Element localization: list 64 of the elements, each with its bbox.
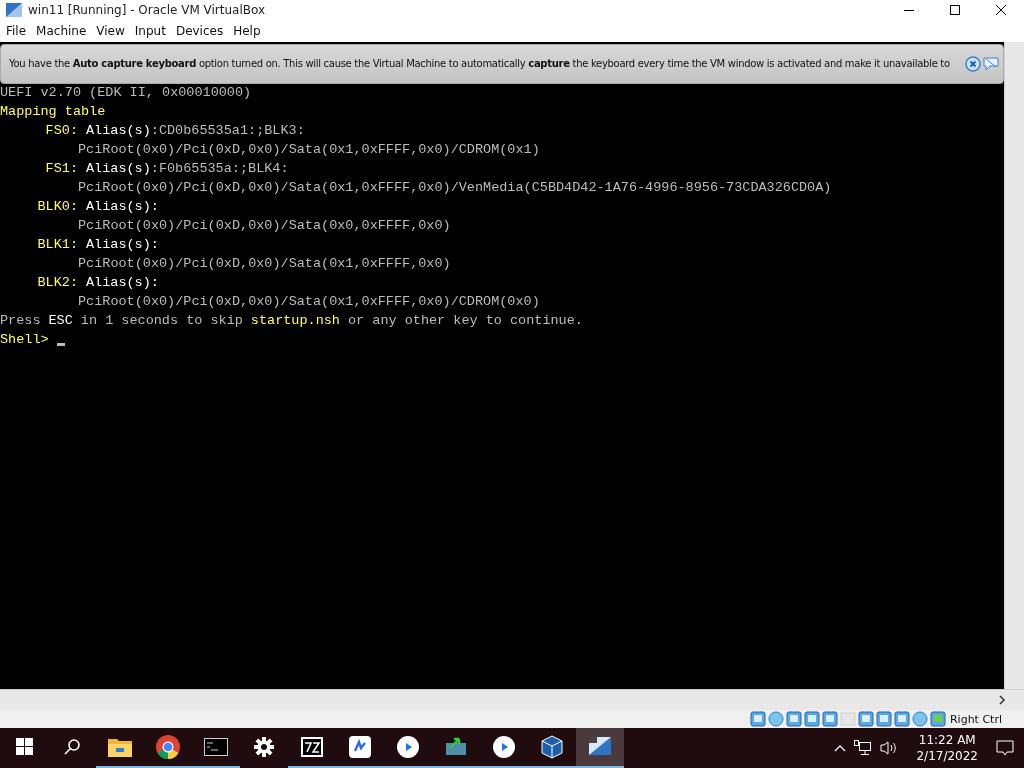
chevron-up-icon[interactable]: [834, 744, 847, 752]
device-label: FS1:: [44, 159, 78, 178]
terminal-text: Alias(s): [86, 159, 151, 178]
menu-item[interactable]: File: [1, 24, 32, 38]
terminal-text: Alias(s):: [86, 197, 159, 216]
terminal-text: UEFI v2.70 (EDK II, 0x00010000): [0, 83, 252, 102]
close-icon[interactable]: [965, 55, 981, 72]
archive-icon: [301, 737, 323, 757]
terminal-text: in 1 seconds to skip: [80, 311, 243, 330]
terminal-icon: [204, 738, 228, 756]
cursor-icon: [56, 342, 65, 346]
maximize-icon: [950, 5, 960, 15]
gear-icon: [254, 737, 274, 757]
chrome-icon: [156, 735, 180, 759]
speech-bubble-icon[interactable]: [983, 55, 999, 72]
device-label: BLK2:: [36, 273, 78, 292]
folder-icon: [108, 737, 132, 757]
play-icon: [397, 736, 419, 758]
terminal-text: PciRoot(0x0)/Pci(0xD,0x0)/Sata(0x1,0xFFFF,0x0)/CDROM(0x1): [78, 140, 540, 159]
vertical-scrollbar[interactable]: [1004, 41, 1024, 690]
speaker-icon[interactable]: [880, 740, 899, 756]
taskbar-button[interactable]: [576, 728, 624, 768]
device-label: BLK0:: [36, 197, 78, 216]
windows-logo-icon: [15, 738, 33, 756]
terminal-text: PciRoot(0x0)/Pci(0xD,0x0)/Sata(0x1,0xFFFF,0x0)/VenMedia(C5BD4D42-1A76-4996-8956-73CDA326CD0A): [78, 178, 832, 197]
menu-item[interactable]: Input: [129, 24, 171, 38]
monitor-icon: [445, 737, 467, 757]
terminal-text: startup.nsh: [250, 311, 340, 330]
terminal-text: PciRoot(0x0)/Pci(0xD,0x0)/Sata(0x0,0xFFFF,0x0): [78, 216, 451, 235]
horizontal-scrollbar[interactable]: [0, 689, 1024, 710]
app-icon: [349, 736, 371, 758]
chevron-right-icon[interactable]: [998, 695, 1006, 706]
banner-message: You have the Auto capture keyboard option turned on. This will cause the Virtual Machine to automatically capture the keyboard every time the VM window is activated and make it unavailable to: [9, 58, 951, 70]
terminal-text: Mapping table: [0, 102, 106, 121]
minimize-icon: [904, 9, 914, 11]
menu-item[interactable]: View: [91, 24, 130, 38]
close-icon: [996, 5, 1006, 15]
terminal-text: PciRoot(0x0)/Pci(0xD,0x0)/Sata(0x1,0xFFFF,0x0)/CDROM(0x0): [78, 292, 540, 311]
terminal-text: or any other key to continue.: [348, 311, 583, 330]
menu-item[interactable]: Help: [228, 24, 266, 38]
play-icon: [493, 736, 515, 758]
host-key-label: Right Ctrl: [949, 712, 1002, 726]
terminal-text: ESC: [48, 311, 73, 330]
app-logo-icon: [6, 3, 22, 17]
terminal-text: Alias(s):: [86, 235, 159, 254]
notification-icon[interactable]: [996, 740, 1014, 756]
terminal-text: PciRoot(0x0)/Pci(0xD,0x0)/Sata(0x1,0xFFFF,0x0): [78, 254, 451, 273]
vm-screen[interactable]: [0, 41, 1004, 690]
menu-item[interactable]: Machine: [31, 24, 92, 38]
menu-item[interactable]: Devices: [170, 24, 229, 38]
clock-date: 2/17/2022: [916, 748, 978, 764]
search-icon: [63, 738, 81, 756]
terminal-text: :CD0b65535a1:;BLK3:: [150, 121, 305, 140]
terminal-text: Shell>: [0, 330, 49, 349]
window-title: win11 [Running] - Oracle VM VirtualBox: [28, 3, 267, 17]
clock[interactable]: 11:22 AM 2/17/2022: [916, 732, 978, 764]
terminal-text: Alias(s):: [86, 273, 159, 292]
terminal-text: Press: [0, 311, 41, 330]
device-label: FS0:: [44, 121, 78, 140]
cube-icon: [541, 735, 563, 759]
clock-time: 11:22 AM: [918, 732, 976, 748]
terminal-text: Alias(s): [86, 121, 151, 140]
terminal-text: :F0b65535a:;BLK4:: [150, 159, 289, 178]
device-label: BLK1:: [36, 235, 78, 254]
